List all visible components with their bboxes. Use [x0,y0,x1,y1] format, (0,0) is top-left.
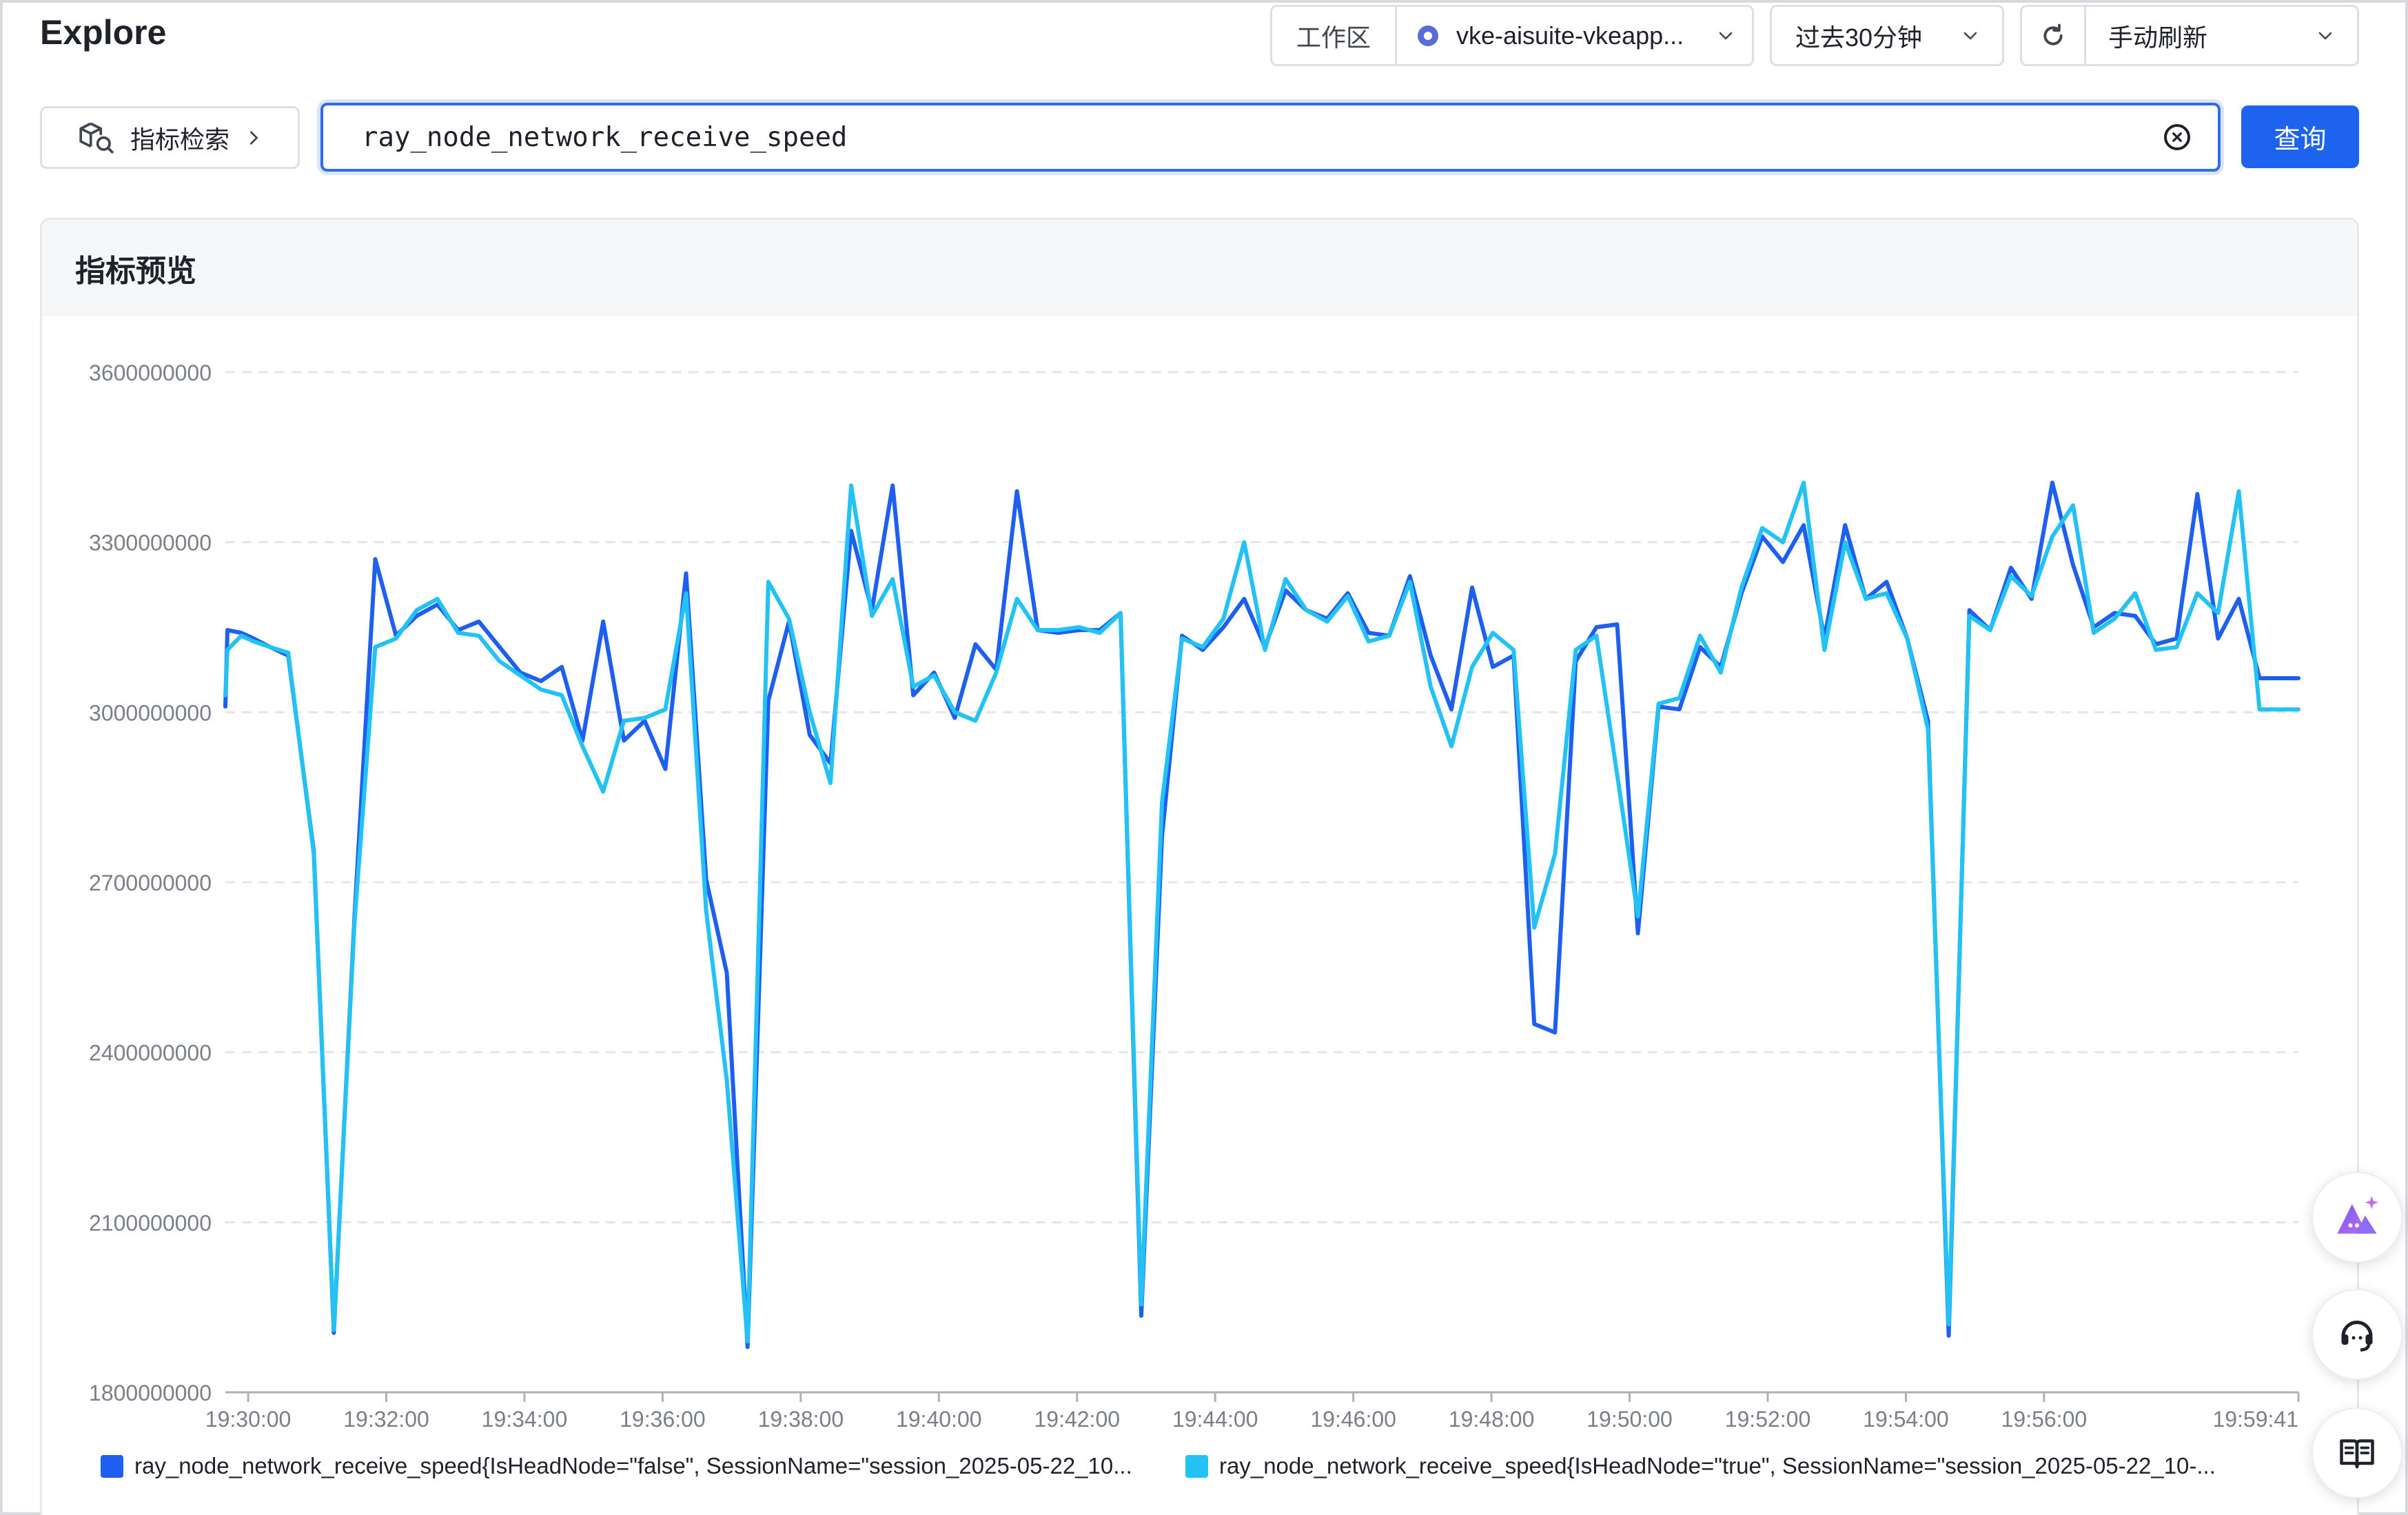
x-tick-label: 19:40:00 [896,1407,982,1432]
y-tick-label: 1800000000 [89,1381,212,1405]
book-icon [2340,1439,2374,1469]
y-tick-label: 3300000000 [89,531,212,556]
y-tick-label: 3000000000 [89,700,212,725]
support-button[interactable] [2312,1289,2402,1380]
metric-line-chart: 3600000000 3300000000 3000000000 2700000000… [89,360,2300,1432]
legend-label: ray_node_network_receive_speed{IsHeadNod… [134,1453,1132,1478]
x-tick-label: 19:36:00 [620,1407,706,1432]
docs-button[interactable] [2312,1407,2402,1498]
y-tick-label: 3600000000 [89,360,212,385]
ai-assistant-button[interactable] [2312,1172,2402,1263]
x-tick-label: 19:32:00 [343,1407,429,1432]
x-tick-label: 19:50:00 [1586,1407,1673,1432]
x-tick-label: 19:30:00 [205,1407,292,1432]
x-tick-label: 19:52:00 [1725,1407,1811,1432]
x-tick-label: 19:34:00 [482,1407,568,1432]
series-line-2 [223,480,2300,1343]
legend-swatch [101,1454,123,1478]
y-tick-label: 2700000000 [89,871,212,895]
x-tick-label: 19:38:00 [758,1407,844,1432]
x-tick-label: 19:54:00 [1863,1407,1949,1432]
legend-item-series-2[interactable]: ray_node_network_receive_speed{IsHeadNod… [1185,1453,2216,1479]
x-tick-label: 19:48:00 [1449,1407,1535,1432]
ai-assistant-icon [2337,1196,2378,1234]
legend-swatch [1185,1454,1208,1478]
x-tick-label: 19:56:00 [2001,1407,2088,1432]
x-tick-label: 19:59:41 [2212,1407,2298,1432]
headset-icon [2341,1321,2373,1352]
series-line-1 [223,480,2300,1350]
y-tick-label: 2400000000 [89,1041,212,1066]
legend-item-series-1[interactable]: ray_node_network_receive_speed{IsHeadNod… [101,1453,1132,1479]
x-tick-label: 19:46:00 [1310,1407,1396,1432]
x-tick-label: 19:44:00 [1172,1407,1258,1432]
legend-label: ray_node_network_receive_speed{IsHeadNod… [1219,1453,2216,1478]
x-tick-label: 19:42:00 [1034,1407,1120,1432]
y-tick-label: 2100000000 [89,1210,212,1235]
